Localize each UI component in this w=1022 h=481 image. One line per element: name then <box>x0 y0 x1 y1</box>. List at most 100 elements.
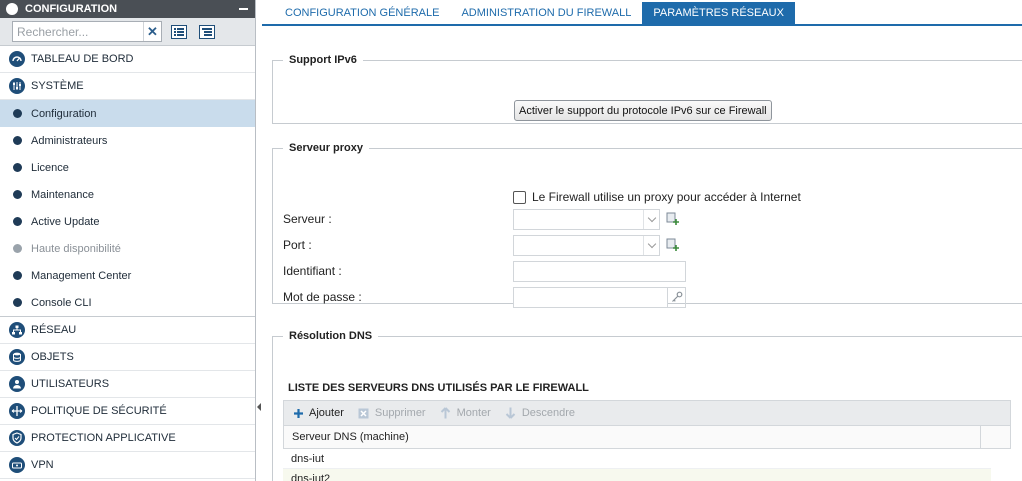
sidebar-title: CONFIGURATION <box>25 3 118 15</box>
sidebar-item-active-update[interactable]: Active Update <box>0 208 255 235</box>
system-submenu: Configuration Administrateurs Licence Ma… <box>0 100 255 317</box>
sidebar-item-label: Licence <box>31 161 69 174</box>
move-down-label: Descendre <box>521 407 576 419</box>
dns-legend: Résolution DNS <box>289 330 373 342</box>
dns-server-cell: dns-iut2 <box>291 472 331 481</box>
search-box: ✕ <box>12 21 162 42</box>
bullet-icon <box>13 190 22 199</box>
proxy-checkbox[interactable] <box>513 190 526 204</box>
sidebar-item-label: Haute disponibilité <box>31 242 121 255</box>
server-select[interactable] <box>513 208 660 230</box>
column-header-dns-server[interactable]: Serveur DNS (machine) <box>292 431 980 443</box>
add-object-icon[interactable] <box>664 209 682 230</box>
bullet-icon <box>13 109 22 118</box>
sidebar-item-label: VPN <box>31 459 54 471</box>
ipv6-panel: Support IPv6 Activer le support du proto… <box>272 54 1022 124</box>
users-icon <box>9 376 25 392</box>
sidebar-item-label: Management Center <box>31 269 132 282</box>
collapse-icon[interactable] <box>235 1 251 17</box>
add-dns-button[interactable]: Ajouter <box>292 407 344 419</box>
ipv6-legend: Support IPv6 <box>289 54 357 66</box>
port-label: Port : <box>283 238 312 252</box>
sidebar-item-administrateurs[interactable]: Administrateurs <box>0 127 255 154</box>
collapse-all-icon[interactable] <box>196 21 218 43</box>
proxy-identifier-row: Identifiant : <box>283 260 686 282</box>
clear-search-icon[interactable]: ✕ <box>143 22 161 41</box>
sidebar-item-console-cli[interactable]: Console CLI <box>0 289 255 316</box>
main-content: CONFIGURATION GÉNÉRALE ADMINISTRATION DU… <box>262 0 1022 481</box>
arrow-down-icon <box>505 407 517 419</box>
search-input[interactable] <box>13 22 143 41</box>
delete-icon <box>358 407 370 419</box>
table-row[interactable]: dns-iut <box>283 449 991 469</box>
key-icon[interactable] <box>668 286 686 308</box>
shield-icon <box>9 430 25 446</box>
sidebar-item-management-center[interactable]: Management Center <box>0 262 255 289</box>
dns-toolbar: Ajouter Supprimer Monter Descendre <box>283 400 1011 426</box>
bullet-icon <box>13 136 22 145</box>
sidebar-item-label: Active Update <box>31 215 100 228</box>
sidebar-item-vpn[interactable]: VPN <box>0 452 255 479</box>
sidebar-item-label: OBJETS <box>31 351 74 363</box>
dashboard-icon <box>9 51 25 67</box>
proxy-panel: Serveur proxy Le Firewall utilise un pro… <box>272 142 1022 308</box>
sidebar-item-utilisateurs[interactable]: UTILISATEURS <box>0 371 255 398</box>
database-icon <box>9 349 25 365</box>
identifier-label: Identifiant : <box>283 264 342 278</box>
table-row[interactable]: dns-iut2 <box>283 469 991 481</box>
sidebar: CONFIGURATION ✕ TABLEAU DE BORD SYSTÈME … <box>0 0 256 481</box>
bullet-icon <box>13 271 22 280</box>
arrows-icon <box>9 403 25 419</box>
sliders-icon <box>9 78 25 94</box>
remove-label: Supprimer <box>374 407 426 419</box>
sidebar-item-maintenance[interactable]: Maintenance <box>0 181 255 208</box>
sidebar-item-protection-applicative[interactable]: PROTECTION APPLICATIVE <box>0 425 255 452</box>
sidebar-item-label: UTILISATEURS <box>31 378 110 390</box>
dns-table-header: Serveur DNS (machine) <box>283 426 1011 449</box>
dns-list-title: LISTE DES SERVEURS DNS UTILISÉS PAR LE F… <box>288 382 589 394</box>
remove-dns-button[interactable]: Supprimer <box>358 407 426 419</box>
expand-all-icon[interactable] <box>168 21 190 43</box>
sidebar-item-reseau[interactable]: RÉSEAU <box>0 317 255 344</box>
plus-icon <box>292 407 304 419</box>
add-label: Ajouter <box>309 407 344 419</box>
sidebar-item-label: Maintenance <box>31 188 94 201</box>
sidebar-item-haute-disponibilite[interactable]: Haute disponibilité <box>0 235 255 262</box>
sidebar-item-tableau-de-bord[interactable]: TABLEAU DE BORD <box>0 46 255 73</box>
sidebar-item-label: Console CLI <box>31 296 92 309</box>
bullet-icon <box>13 298 22 307</box>
proxy-checkbox-label: Le Firewall utilise un proxy pour accéde… <box>532 190 801 204</box>
sidebar-item-licence[interactable]: Licence <box>0 154 255 181</box>
sidebar-item-label: RÉSEAU <box>31 324 77 336</box>
server-label: Serveur : <box>283 212 332 226</box>
tab-configuration-generale[interactable]: CONFIGURATION GÉNÉRALE <box>274 2 450 24</box>
network-icon <box>9 322 25 338</box>
sidebar-item-systeme[interactable]: SYSTÈME <box>0 73 255 100</box>
sidebar-item-politique-de-securite[interactable]: POLITIQUE DE SÉCURITÉ <box>0 398 255 425</box>
identifier-input[interactable] <box>513 260 686 282</box>
tab-parametres-reseaux[interactable]: PARAMÈTRES RÉSEAUX <box>642 2 795 24</box>
tab-administration-du-firewall[interactable]: ADMINISTRATION DU FIREWALL <box>450 2 642 24</box>
add-object-icon[interactable] <box>664 235 682 256</box>
dns-panel: Résolution DNS LISTE DES SERVEURS DNS UT… <box>272 330 1022 481</box>
enable-ipv6-button[interactable]: Activer le support du protocole IPv6 sur… <box>514 100 772 121</box>
sidebar-item-configuration[interactable]: Configuration <box>0 100 255 127</box>
dns-table: Serveur DNS (machine) dns-iut dns-iut2 <box>283 426 1011 481</box>
chevron-down-icon[interactable] <box>643 209 659 229</box>
move-up-label: Monter <box>456 407 491 419</box>
dns-server-cell: dns-iut <box>291 452 325 465</box>
configuration-icon <box>6 3 18 15</box>
password-field <box>513 286 686 308</box>
bullet-icon <box>13 163 22 172</box>
proxy-server-row: Serveur : <box>283 208 682 230</box>
password-input[interactable] <box>513 286 668 308</box>
sidebar-item-label: TABLEAU DE BORD <box>31 53 134 65</box>
move-up-button[interactable]: Monter <box>440 407 491 419</box>
sidebar-item-label: POLITIQUE DE SÉCURITÉ <box>31 405 167 417</box>
proxy-checkbox-row[interactable]: Le Firewall utilise un proxy pour accéde… <box>513 190 801 204</box>
sidebar-item-objets[interactable]: OBJETS <box>0 344 255 371</box>
port-select[interactable] <box>513 234 660 256</box>
chevron-down-icon[interactable] <box>643 235 659 255</box>
sidebar-item-label: Configuration <box>31 107 97 120</box>
move-down-button[interactable]: Descendre <box>505 407 575 419</box>
